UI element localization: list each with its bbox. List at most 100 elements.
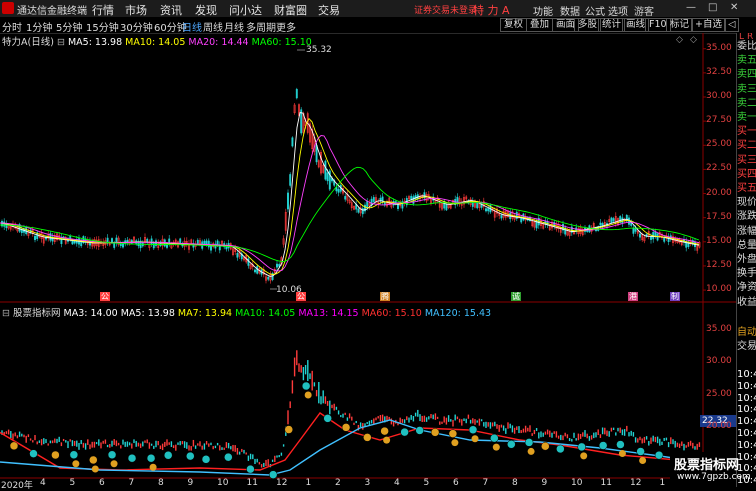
order-book-label: 涨跌 <box>737 211 756 223</box>
sub-candle <box>373 418 375 424</box>
sub-candle <box>100 442 102 449</box>
sub-candle <box>564 432 566 437</box>
sub-candle <box>170 441 173 447</box>
candle-body <box>621 217 624 224</box>
sub-candle <box>98 439 100 446</box>
sub-candle <box>188 445 190 451</box>
sub-candle <box>527 427 529 432</box>
signal-disc <box>451 439 459 447</box>
sub-candle <box>485 421 487 428</box>
sub-candle <box>692 442 694 449</box>
candle-body <box>372 197 375 202</box>
sub-candle <box>249 453 252 460</box>
sub-candle <box>54 438 56 443</box>
order-book-label: 净资 <box>737 282 756 294</box>
price-axis-tick: 35.00 <box>706 42 732 53</box>
sub-candle <box>205 441 208 445</box>
sub-candle <box>27 434 30 438</box>
sub-candle <box>604 427 606 435</box>
candle-body <box>650 236 652 240</box>
info-marker[interactable]: 港 <box>628 292 638 301</box>
sub-candle <box>403 419 406 424</box>
order-book-label: 收益 <box>737 296 756 308</box>
sub-candle <box>663 437 665 441</box>
sub-axis-tick: 30.00 <box>706 356 732 367</box>
candle-body <box>152 242 155 249</box>
sub-candle <box>632 432 635 437</box>
order-book-label: 涨幅 <box>737 225 756 237</box>
info-marker[interactable]: 腾 <box>380 292 390 301</box>
candle-body <box>379 197 382 201</box>
sub-candle <box>443 416 445 423</box>
sub-candle <box>505 428 507 434</box>
sub-candle <box>159 445 162 450</box>
sub-candle <box>414 412 417 417</box>
signal-disc <box>341 423 351 432</box>
info-marker[interactable]: 诚 <box>511 292 521 301</box>
sub-candle <box>659 438 661 446</box>
candle-body <box>289 174 292 186</box>
sub-candle <box>146 439 148 444</box>
sub-candle <box>153 445 155 449</box>
sub-candle <box>78 442 80 450</box>
signal-disc <box>91 465 99 473</box>
signal-disc <box>448 429 458 438</box>
info-marker[interactable]: 公 <box>100 292 110 301</box>
sub-candle <box>278 455 280 458</box>
candle-body <box>179 238 182 244</box>
sub-candle <box>351 416 353 421</box>
info-marker[interactable]: 制 <box>670 292 680 301</box>
sub-candle <box>425 417 428 422</box>
sub-candle <box>434 413 437 420</box>
sub-candle <box>531 433 533 436</box>
signal-disc <box>363 433 372 442</box>
order-book-label: 交易 <box>737 341 756 352</box>
sub-candle <box>335 406 338 410</box>
sub-candle <box>161 443 164 451</box>
sub-candle <box>654 436 657 443</box>
sub-candle <box>142 441 144 447</box>
sub-candle <box>18 431 21 437</box>
sub-axis-tick: 25.00 <box>706 388 732 399</box>
candle-body <box>236 253 239 258</box>
sub-candle <box>111 440 113 447</box>
sub-candle <box>212 446 214 450</box>
signal-disc <box>580 452 588 460</box>
candle-body <box>203 240 206 245</box>
sub-candle <box>260 464 263 468</box>
sub-candle <box>595 432 597 438</box>
candle-body <box>344 196 347 200</box>
sub-candle <box>441 421 443 424</box>
sub-candle <box>243 449 245 454</box>
sub-candle <box>267 459 269 467</box>
sub-candle <box>498 425 500 432</box>
sub-candle <box>524 425 527 433</box>
sub-candle <box>381 414 384 422</box>
signal-disc <box>89 455 98 465</box>
price-axis-tick: 32.50 <box>706 66 732 77</box>
sub-candle <box>47 443 49 446</box>
sub-candle <box>698 442 701 447</box>
sub-candle <box>586 433 588 439</box>
sub-candle <box>362 423 364 430</box>
trade-time: 10:45 <box>737 428 756 439</box>
candle-body <box>337 189 340 193</box>
candle-body <box>291 137 294 147</box>
sub-candle <box>342 413 344 418</box>
sub-candle <box>186 442 188 449</box>
signal-disc <box>507 440 516 449</box>
signal-disc <box>69 450 79 460</box>
sub-candle <box>115 440 118 447</box>
info-marker[interactable]: 公 <box>296 292 306 301</box>
price-axis-tick: 12.50 <box>706 259 732 270</box>
sub-candle <box>175 444 177 451</box>
sub-candle <box>298 363 300 372</box>
sub-candle <box>557 435 560 439</box>
sub-candle <box>271 459 274 462</box>
sub-candle <box>139 443 142 448</box>
sub-candle <box>454 414 456 421</box>
sub-candle <box>34 435 36 441</box>
sub-candle <box>439 421 441 425</box>
order-book-label: 买一 <box>737 126 756 138</box>
sub-candle <box>208 443 210 447</box>
